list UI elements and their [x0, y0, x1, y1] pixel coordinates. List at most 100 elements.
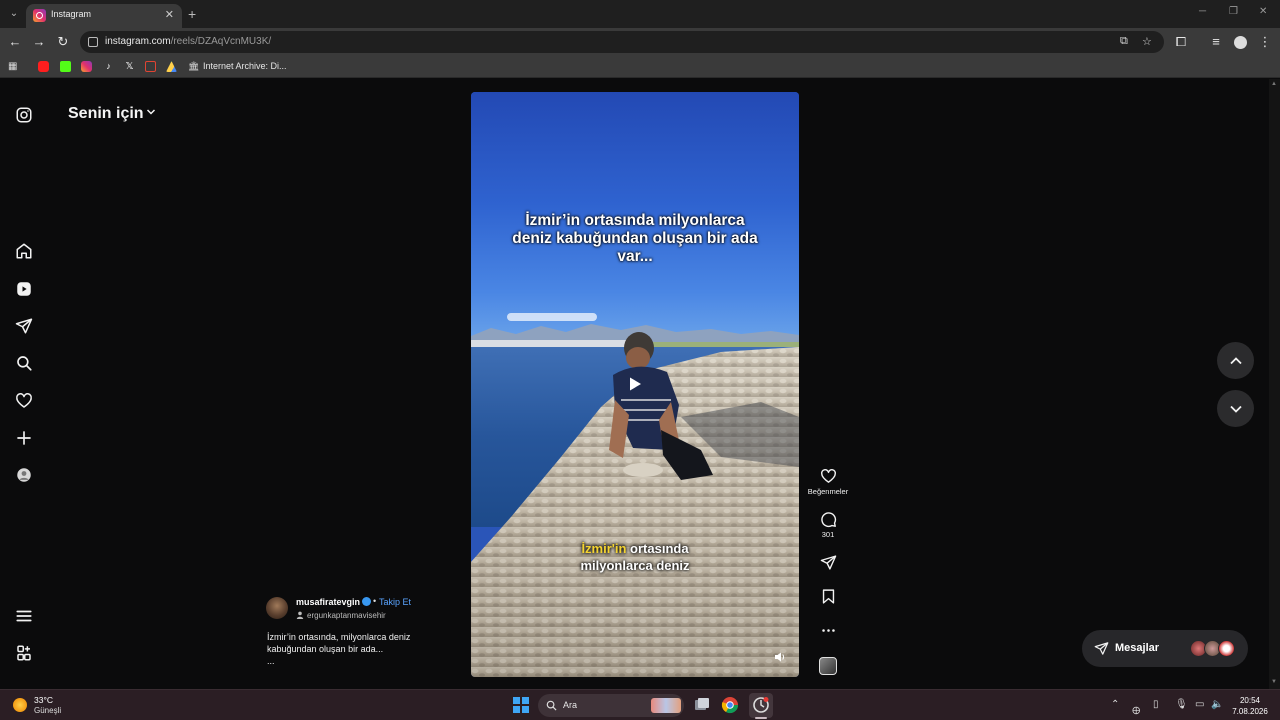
- browser-app-icon[interactable]: [752, 696, 770, 714]
- new-tab-button[interactable]: +: [188, 6, 196, 22]
- save-button[interactable]: [814, 588, 842, 605]
- reels-icon[interactable]: [14, 279, 34, 299]
- youtube-bookmark-icon[interactable]: [38, 61, 49, 72]
- reel-caption-line3: var...: [617, 248, 653, 265]
- reel-caption-line2: deniz kabuğundan oluşan bir ada: [512, 230, 758, 247]
- instagram-logo-icon[interactable]: [14, 105, 34, 125]
- x-bookmark-icon[interactable]: 𝕏: [124, 61, 135, 72]
- like-button[interactable]: Beğenmeler: [808, 468, 848, 496]
- description-more[interactable]: ...: [267, 656, 275, 666]
- forward-arrow-icon[interactable]: →: [30, 33, 48, 51]
- page-title-dropdown[interactable]: Senin için: [68, 105, 144, 123]
- extensions-icon[interactable]: ⧠: [1172, 33, 1190, 51]
- browser-tab-bar: ⌄ Instagram ✕ + ─ ❐ ✕: [0, 0, 1280, 28]
- clock-time: 20:54: [1239, 696, 1261, 705]
- chrome-menu-icon[interactable]: ⋮: [1256, 33, 1274, 51]
- url-text[interactable]: instagram.com/reels/DZAqVcnMU3K/: [105, 36, 271, 47]
- previous-reel-button[interactable]: [1217, 342, 1254, 379]
- search-highlight-image: [651, 698, 681, 713]
- page-scrollbar[interactable]: ▲ ▼: [1269, 79, 1280, 689]
- follow-button[interactable]: Takip Et: [379, 597, 411, 607]
- search-icon[interactable]: [14, 353, 34, 373]
- restore-icon[interactable]: ❐: [1229, 6, 1238, 17]
- scroll-down-arrow-icon[interactable]: ▼: [1271, 679, 1277, 685]
- scroll-up-arrow-icon[interactable]: ▲: [1271, 81, 1277, 87]
- task-view-icon[interactable]: [693, 696, 711, 714]
- tiktok-bookmark-icon[interactable]: ♪: [103, 61, 114, 72]
- chevron-down-icon: [1229, 405, 1242, 413]
- search-icon: [546, 700, 557, 711]
- tab-search-chevron-icon[interactable]: ⌄: [7, 7, 21, 21]
- tab-close-button[interactable]: ✕: [165, 8, 174, 21]
- search-placeholder: Ara: [563, 700, 578, 710]
- comment-icon[interactable]: [820, 511, 837, 528]
- address-bar[interactable]: instagram.com/reels/DZAqVcnMU3K/ ⧉ ☆: [80, 31, 1164, 53]
- instagram-bookmark-icon[interactable]: [81, 61, 92, 72]
- cast-icon[interactable]: ⧉: [1120, 35, 1128, 48]
- display-icon[interactable]: ▭: [1195, 699, 1204, 710]
- messages-label: Mesajlar: [1115, 642, 1160, 654]
- author-username[interactable]: musafiratevgin: [296, 597, 360, 607]
- reel-subtitle-line1: İzmir'in ortasında: [581, 541, 689, 556]
- comments-count: 301: [821, 530, 835, 539]
- reel-video[interactable]: İzmir’in ortasında milyonlarca deniz kab…: [471, 92, 799, 677]
- taskbar-clock[interactable]: 20:54 7.08.2026: [1232, 695, 1268, 717]
- chevron-down-icon[interactable]: [146, 107, 156, 117]
- archive-bookmark-icon[interactable]: 🏛: [188, 61, 199, 72]
- original-audio-thumbnail[interactable]: [819, 657, 837, 675]
- collaborator-person-icon: [296, 611, 304, 619]
- network-status-icon[interactable]: 🜨: [1132, 699, 1140, 720]
- kick-bookmark-icon[interactable]: [60, 61, 71, 72]
- share-icon[interactable]: [820, 554, 837, 571]
- usb-icon[interactable]: ▯: [1153, 699, 1159, 710]
- active-app-indicator: [755, 717, 767, 719]
- site-info-icon[interactable]: [88, 37, 98, 47]
- verified-badge-icon: [362, 597, 371, 606]
- apps-grid-icon[interactable]: ▦: [8, 61, 19, 72]
- create-icon[interactable]: [14, 428, 34, 448]
- more-icon[interactable]: [14, 643, 34, 663]
- direct-icon[interactable]: [14, 316, 34, 336]
- browser-tab-instagram[interactable]: Instagram ✕: [26, 4, 182, 28]
- profile-avatar[interactable]: [14, 465, 34, 485]
- like-heart-icon[interactable]: [820, 468, 837, 485]
- chrome-icon[interactable]: [721, 696, 739, 714]
- bookmark-star-icon[interactable]: ☆: [1142, 35, 1152, 48]
- collaborator-username[interactable]: ergunkaptanmavisehir: [307, 611, 386, 620]
- volume-icon[interactable]: [774, 651, 786, 663]
- windows-start-icon[interactable]: [513, 697, 529, 713]
- comment-button[interactable]: 301: [814, 511, 842, 539]
- taskbar-search[interactable]: Ara: [538, 694, 684, 717]
- heart-icon[interactable]: [14, 391, 34, 411]
- reload-icon[interactable]: ↻: [54, 33, 72, 51]
- next-reel-button[interactable]: [1217, 390, 1254, 427]
- back-arrow-icon[interactable]: ←: [6, 33, 24, 51]
- media-control-icon[interactable]: ≡: [1207, 33, 1225, 51]
- show-hidden-icons-chevron[interactable]: ⌃: [1111, 699, 1119, 710]
- bookmark-icon[interactable]: [820, 588, 837, 605]
- menu-icon[interactable]: [14, 606, 34, 626]
- speaker-icon[interactable]: 🔈: [1211, 699, 1223, 710]
- options-button[interactable]: [814, 622, 842, 639]
- weather-temperature[interactable]: 33°C: [34, 695, 53, 705]
- sun-icon[interactable]: [13, 698, 27, 712]
- weather-condition[interactable]: Güneşli: [34, 706, 61, 715]
- drive-bookmark-icon[interactable]: [166, 61, 177, 72]
- author-avatar[interactable]: [266, 597, 288, 619]
- messages-button[interactable]: Mesajlar: [1082, 630, 1248, 667]
- profile-avatar-icon[interactable]: [1231, 33, 1249, 51]
- share-button[interactable]: [814, 554, 842, 571]
- gmail-bookmark-icon[interactable]: [145, 61, 156, 72]
- bookmark-internet-archive[interactable]: Internet Archive: Di...: [203, 61, 287, 71]
- close-window-icon[interactable]: ✕: [1259, 6, 1267, 17]
- instagram-favicon-icon: [33, 9, 46, 22]
- video-person: [609, 332, 713, 480]
- browser-toolbar: ← → ↻ instagram.com/reels/DZAqVcnMU3K/ ⧉…: [0, 28, 1280, 56]
- chevron-up-icon: [1229, 356, 1242, 364]
- home-icon[interactable]: [14, 241, 34, 261]
- microphone-icon[interactable]: 🎙: [1175, 699, 1188, 710]
- minimize-icon[interactable]: ─: [1199, 6, 1206, 17]
- clock-date: 7.08.2026: [1232, 707, 1268, 716]
- play-icon[interactable]: [627, 376, 643, 392]
- more-horizontal-icon[interactable]: [820, 622, 837, 639]
